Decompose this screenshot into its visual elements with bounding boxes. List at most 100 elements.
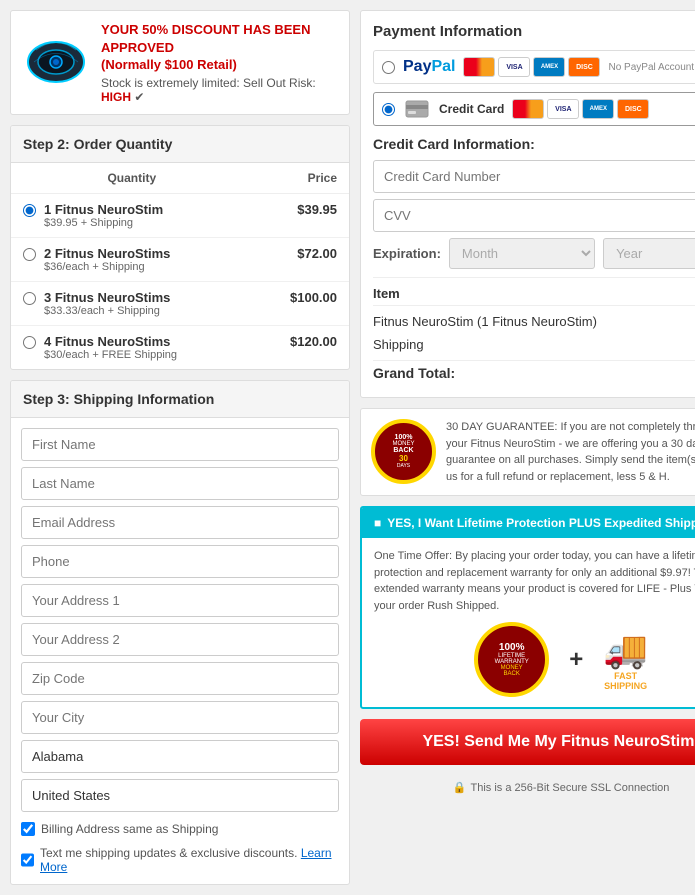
guarantee-circle: 100% MONEY BACK 30 DAYS (371, 419, 436, 484)
amex-icon: AMEX (533, 57, 565, 77)
payment-box: Payment Information PayPal MC VISA AMEX … (360, 10, 695, 398)
stock-text: Stock is extremely limited: Sell Out Ris… (101, 76, 339, 104)
cc-mc-icon: MC (512, 99, 544, 119)
expiry-year-select[interactable]: Year (603, 238, 695, 269)
expiry-label: Expiration: (373, 246, 441, 261)
text-updates-checkbox[interactable] (21, 853, 34, 867)
shipping-field-8[interactable] (21, 740, 339, 773)
shipping-field-7[interactable] (21, 701, 339, 734)
discover-icon: DISC (568, 57, 600, 77)
upsell-header[interactable]: ■ YES, I Want Lifetime Protection PLUS E… (362, 508, 695, 538)
qty-item-sublabel: $33.33/each + Shipping (44, 305, 170, 317)
cc-number-input[interactable] (373, 160, 695, 193)
cc-disc-icon: DISC (617, 99, 649, 119)
shipping-field-4[interactable] (21, 584, 339, 617)
qty-radio-1[interactable] (23, 248, 36, 261)
shipping-field-6[interactable] (21, 662, 339, 695)
billing-label: Billing Address same as Shipping (41, 822, 218, 836)
paypal-option[interactable]: PayPal MC VISA AMEX DISC No PayPal Accou… (373, 50, 695, 84)
order-quantity-title: Step 2: Order Quantity (11, 126, 349, 163)
guarantee-box: 100% MONEY BACK 30 DAYS 30 DAY GUARANTEE… (360, 408, 695, 496)
qty-item-sublabel: $39.95 + Shipping (44, 217, 163, 229)
order-summary: Item Amount Fitnus NeuroStim (1 Fitnus N… (373, 277, 695, 385)
grand-total-row: Grand Total: $49.90 (373, 360, 695, 385)
shipping-field-9[interactable] (21, 779, 339, 812)
upsell-header-text: YES, I Want Lifetime Protection PLUS Exp… (387, 516, 695, 530)
qty-row[interactable]: 1 Fitnus NeuroStim $39.95 + Shipping $39… (11, 194, 349, 238)
summary-row-label: Fitnus NeuroStim (1 Fitnus NeuroStim) (373, 314, 597, 329)
upsell-box: ■ YES, I Want Lifetime Protection PLUS E… (360, 506, 695, 709)
paypal-logo: PayPal (403, 58, 455, 76)
product-banner: YOUR 50% DISCOUNT HAS BEEN APPROVED (Nor… (10, 10, 350, 115)
qty-item-sublabel: $30/each + FREE Shipping (44, 349, 177, 361)
qty-item-sublabel: $36/each + Shipping (44, 261, 170, 273)
qty-item-price: $100.00 (253, 282, 349, 326)
qty-row[interactable]: 2 Fitnus NeuroStims $36/each + Shipping … (11, 238, 349, 282)
normal-price: (Normally $100 Retail) (101, 57, 339, 72)
qty-item-label: 3 Fitnus NeuroStims (44, 290, 170, 305)
qty-item-label: 2 Fitnus NeuroStims (44, 246, 170, 261)
qty-item-price: $120.00 (253, 326, 349, 370)
cc-visa-icon: VISA (547, 99, 579, 119)
upsell-body-text: One Time Offer: By placing your order to… (374, 548, 695, 614)
order-quantity-section: Step 2: Order Quantity Quantity Price 1 … (10, 125, 350, 370)
discount-title: YOUR 50% DISCOUNT HAS BEEN APPROVED (101, 21, 339, 57)
cc-amex-icon: AMEX (582, 99, 614, 119)
qty-row[interactable]: 4 Fitnus NeuroStims $30/each + FREE Ship… (11, 326, 349, 370)
paypal-radio[interactable] (382, 61, 395, 74)
shipping-field-3[interactable] (21, 545, 339, 578)
qty-radio-0[interactable] (23, 204, 36, 217)
paypal-brand: Pay (403, 58, 431, 76)
cvv-input[interactable] (373, 199, 695, 232)
qty-col-header: Quantity (11, 163, 253, 194)
shipping-field-5[interactable] (21, 623, 339, 656)
grand-total-label: Grand Total: (373, 365, 455, 381)
payment-title: Payment Information (373, 23, 695, 40)
guarantee-badge: 100% MONEY BACK 30 DAYS (371, 419, 436, 484)
shipping-form: Billing Address same as Shipping Text me … (11, 418, 349, 884)
visa-icon: VISA (498, 57, 530, 77)
text-updates-label: Text me shipping updates & exclusive dis… (40, 846, 339, 874)
summary-header: Item Amount (373, 286, 695, 306)
product-text: YOUR 50% DISCOUNT HAS BEEN APPROVED (Nor… (101, 21, 339, 104)
qty-item-label: 1 Fitnus NeuroStim (44, 202, 163, 217)
qty-item-price: $72.00 (253, 238, 349, 282)
upsell-checkbox-icon: ■ (374, 516, 381, 530)
quantity-table: Quantity Price 1 Fitnus NeuroStim $39.95… (11, 163, 349, 369)
qty-item-label: 4 Fitnus NeuroStims (44, 334, 177, 349)
shipping-field-1[interactable] (21, 467, 339, 500)
expiry-month-select[interactable]: Month (449, 238, 595, 269)
cc-card-icons: MC VISA AMEX DISC (512, 99, 649, 119)
plus-sign: + (569, 646, 583, 674)
fast-shipping-badge: 🚚 FASTSHIPPING (603, 629, 648, 691)
no-account-text: No PayPal Account Required! (608, 62, 695, 73)
product-image (21, 33, 91, 93)
credit-card-label: Credit Card (439, 102, 504, 116)
qty-radio-3[interactable] (23, 336, 36, 349)
credit-card-radio[interactable] (382, 103, 395, 116)
mastercard-icon: MC (463, 57, 495, 77)
price-col-header: Price (253, 163, 349, 194)
shipping-field-2[interactable] (21, 506, 339, 539)
expiry-row: Expiration: Month Year (373, 238, 695, 269)
learn-more-link[interactable]: Learn More (40, 846, 332, 874)
guarantee-text: 30 DAY GUARANTEE: If you are not complet… (446, 419, 695, 485)
summary-row-label: Shipping (373, 337, 424, 352)
summary-item-col: Item (373, 286, 400, 301)
billing-checkbox[interactable] (21, 822, 35, 836)
qty-item-price: $39.95 (253, 194, 349, 238)
summary-row-0: Fitnus NeuroStim (1 Fitnus NeuroStim)$39… (373, 310, 695, 333)
qty-row[interactable]: 3 Fitnus NeuroStims $33.33/each + Shippi… (11, 282, 349, 326)
upsell-money-badge: 100% LIFETIME WARRANTY MONEY BACK (474, 622, 549, 697)
upsell-body: One Time Offer: By placing your order to… (362, 538, 695, 707)
credit-card-option[interactable]: Credit Card MC VISA AMEX DISC (373, 92, 695, 126)
qty-radio-2[interactable] (23, 292, 36, 305)
shipping-field-0[interactable] (21, 428, 339, 461)
upsell-badges: 100% LIFETIME WARRANTY MONEY BACK + 🚚 FA… (374, 622, 695, 697)
shipping-section: Step 3: Shipping Information Billing Add… (10, 380, 350, 885)
cc-info-title: Credit Card Information: (373, 136, 695, 152)
summary-row-1: Shipping$9.95 (373, 333, 695, 356)
submit-button[interactable]: YES! Send Me My Fitnus NeuroStim! (360, 719, 695, 765)
text-updates-row: Text me shipping updates & exclusive dis… (21, 846, 339, 874)
billing-checkbox-row: Billing Address same as Shipping (21, 822, 339, 836)
